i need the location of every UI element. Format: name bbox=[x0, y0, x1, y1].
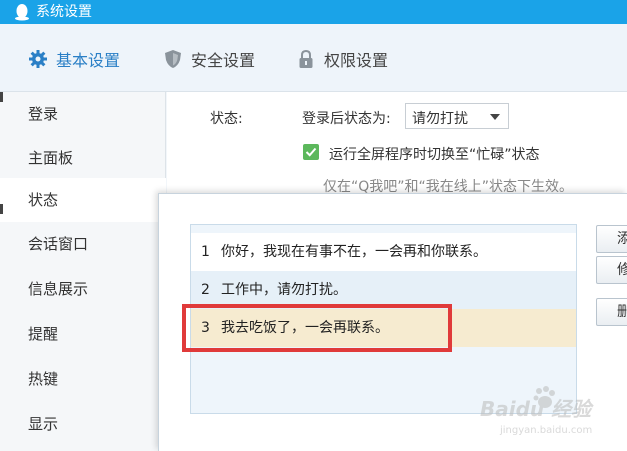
status-section-label: 状态: bbox=[210, 111, 243, 127]
item-text: 你好，我现在有事不在，一会再和你联系。 bbox=[221, 244, 487, 260]
tab-basic-settings[interactable]: 基本设置 bbox=[28, 46, 120, 72]
item-text: 工作中，请勿打扰。 bbox=[221, 282, 347, 298]
after-login-status-label: 登录后状态为: bbox=[302, 111, 391, 127]
sidebar-item-display[interactable]: 显示 bbox=[0, 402, 166, 446]
paw-icon bbox=[533, 386, 555, 408]
sidebar-item-reminder[interactable]: 提醒 bbox=[0, 312, 166, 356]
window-title: 系统设置 bbox=[36, 4, 92, 20]
settings-tab-bar: 基本设置 安全设置 权限设置 bbox=[0, 24, 627, 92]
tab-label: 基本设置 bbox=[56, 51, 121, 70]
delete-button[interactable]: 删除 bbox=[596, 298, 627, 326]
sidebar-item-main-panel[interactable]: 主面板 bbox=[0, 136, 166, 180]
sidebar-item-info-display[interactable]: 信息展示 bbox=[0, 267, 166, 311]
sidebar-item-chat-window[interactable]: 会话窗口 bbox=[0, 222, 166, 266]
tab-label: 权限设置 bbox=[324, 51, 389, 70]
fullscreen-busy-label: 运行全屏程序时切换至“忙碌”状态 bbox=[329, 147, 540, 163]
edge-marker bbox=[0, 92, 3, 102]
settings-sidebar: 登录 主面板 状态 会话窗口 信息展示 提醒 热键 显示 bbox=[0, 92, 166, 451]
checkmark-icon bbox=[305, 147, 317, 157]
watermark-url: jingyan.baidu.com bbox=[500, 425, 593, 436]
qq-penguin-icon bbox=[15, 4, 29, 21]
chevron-down-icon bbox=[490, 114, 500, 120]
title-bar: 系统设置 bbox=[0, 0, 627, 24]
edit-button[interactable]: 修改 bbox=[596, 256, 627, 284]
sidebar-item-hotkey[interactable]: 热键 bbox=[0, 357, 166, 401]
add-button[interactable]: 添加 bbox=[596, 225, 627, 253]
sidebar-item-login[interactable]: 登录 bbox=[0, 92, 166, 136]
select-value: 请勿打扰 bbox=[412, 111, 468, 127]
list-item[interactable]: 1 你好，我现在有事不在，一会再和你联系。 bbox=[191, 233, 576, 271]
edge-marker bbox=[0, 204, 3, 214]
tab-security-settings[interactable]: 安全设置 bbox=[163, 46, 255, 72]
tab-permission-settings[interactable]: 权限设置 bbox=[296, 46, 388, 72]
lock-icon bbox=[299, 49, 313, 68]
red-highlight-box bbox=[182, 304, 452, 352]
baidu-watermark: Baidu 经验 jingyan.baidu.com bbox=[480, 385, 620, 445]
tab-label: 安全设置 bbox=[191, 51, 256, 70]
gear-icon bbox=[29, 50, 47, 68]
after-login-status-select[interactable]: 请勿打扰 bbox=[405, 103, 509, 129]
sidebar-item-status[interactable]: 状态 bbox=[0, 178, 166, 222]
fullscreen-busy-checkbox[interactable] bbox=[303, 144, 319, 160]
item-number: 1 bbox=[201, 244, 210, 260]
shield-icon bbox=[165, 50, 181, 68]
